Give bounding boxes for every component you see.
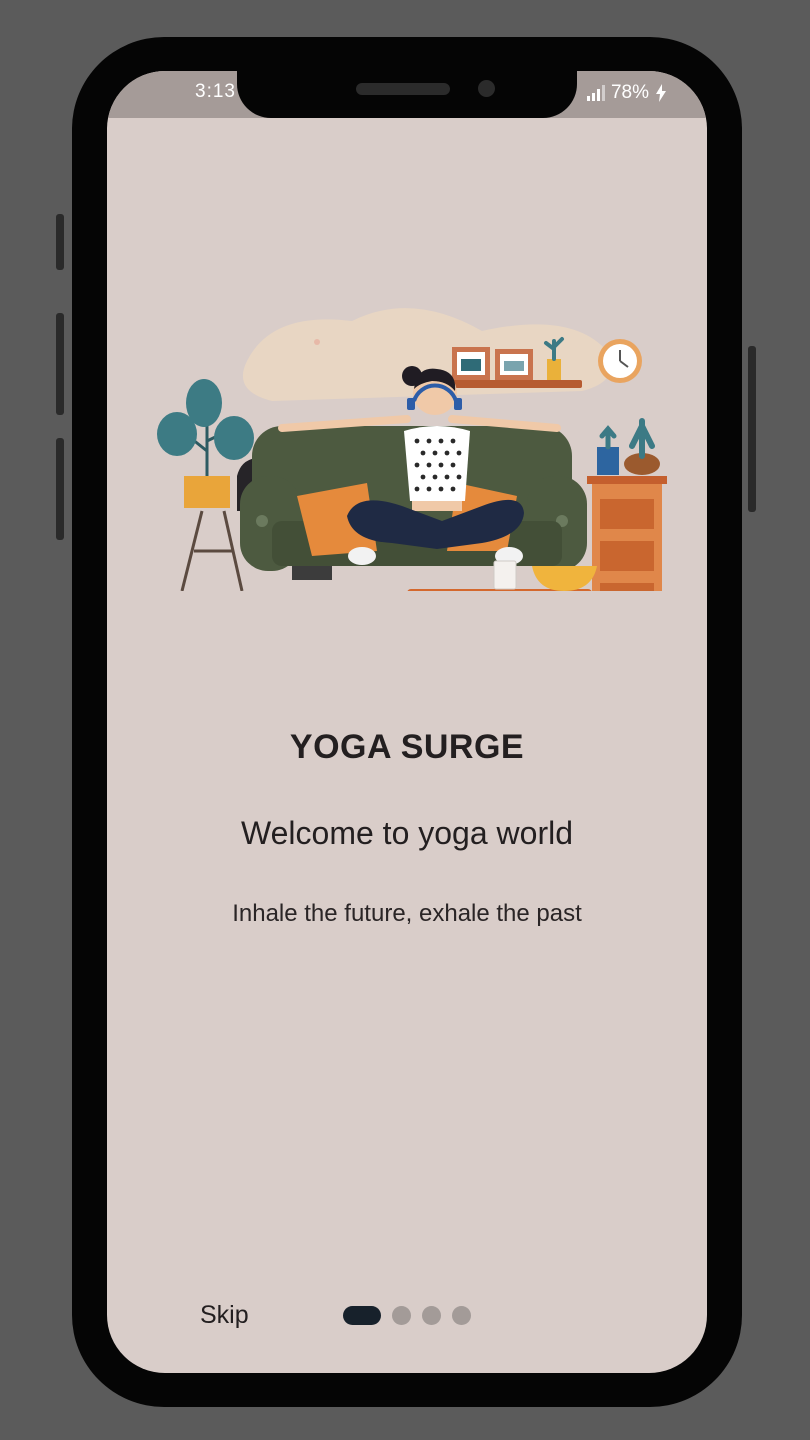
page-dot-2[interactable] [392, 1306, 411, 1325]
earpiece-speaker [356, 83, 450, 95]
woman-meditating-on-sofa-illustration [157, 308, 667, 591]
page-dot-1-active[interactable] [343, 1306, 381, 1325]
device-stage: 3:13 78% YOGA SURGE Welcome to yoga worl… [0, 0, 810, 1440]
charging-bolt-icon [656, 84, 666, 102]
battery-percent: 78% [610, 82, 649, 103]
mute-switch [56, 214, 64, 270]
volume-up-button [56, 313, 64, 415]
dresser-illustration [587, 418, 667, 591]
app-screen: 3:13 78% YOGA SURGE Welcome to yoga worl… [107, 71, 707, 1373]
skip-button[interactable]: Skip [200, 1301, 249, 1330]
app-title: YOGA SURGE [289, 728, 525, 766]
welcome-subtitle: Welcome to yoga world [241, 815, 573, 851]
page-indicator [343, 1306, 471, 1325]
power-button [748, 346, 756, 512]
tagline-caption: Inhale the future, exhale the past [232, 900, 582, 927]
front-camera-icon [478, 80, 495, 97]
volume-down-button [56, 438, 64, 540]
page-dot-3[interactable] [422, 1306, 441, 1325]
page-dot-4[interactable] [452, 1306, 471, 1325]
signal-icon [586, 85, 605, 101]
status-time: 3:13 [195, 81, 236, 102]
wall-clock-icon [598, 339, 642, 383]
status-right-group: 78% [586, 82, 667, 104]
